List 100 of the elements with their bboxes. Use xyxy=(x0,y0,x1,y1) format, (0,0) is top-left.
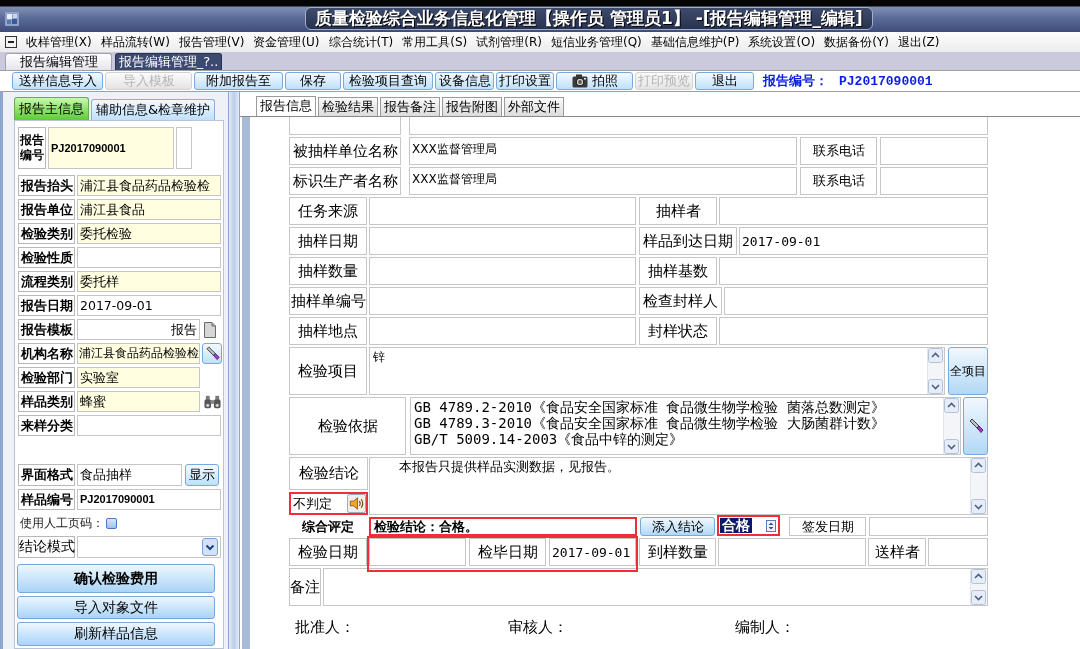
input-field[interactable]: 委托样 xyxy=(77,271,221,292)
input-field[interactable]: 2017-09-01 xyxy=(77,295,221,316)
speaker-icon[interactable] xyxy=(347,494,366,513)
scrollbar[interactable] xyxy=(970,458,987,514)
scroll-up-icon[interactable] xyxy=(971,458,986,473)
action-button[interactable]: 导入对象文件 xyxy=(17,596,215,619)
menu-item[interactable]: 数据备份(Y) xyxy=(824,33,889,51)
scroll-up-icon[interactable] xyxy=(928,348,943,363)
panel-tab[interactable]: 报告主信息 xyxy=(14,97,89,120)
verdict-field[interactable]: 不判定 xyxy=(289,492,368,515)
scrollbar[interactable] xyxy=(970,569,987,605)
show-button[interactable]: 显示 xyxy=(185,464,219,486)
toolbar-button[interactable]: 送样信息导入 xyxy=(12,72,103,90)
form-tab[interactable]: 外部文件 xyxy=(504,97,564,116)
input-field[interactable]: 检验结论：合格。 xyxy=(369,517,637,536)
action-button[interactable]: 确认检验费用 xyxy=(17,564,215,593)
splitter[interactable] xyxy=(228,92,240,649)
input-field[interactable] xyxy=(880,137,988,165)
document-icon[interactable] xyxy=(204,321,216,338)
input-field[interactable] xyxy=(369,287,636,315)
scroll-down-icon[interactable] xyxy=(971,499,986,514)
scrollbar[interactable] xyxy=(927,348,944,394)
input-field[interactable]: 浦江县食品药品检验检 xyxy=(77,343,200,364)
input-field[interactable] xyxy=(719,197,988,225)
panel-tab[interactable]: 辅助信息&检章维护 xyxy=(91,99,216,120)
scroll-down-icon[interactable] xyxy=(944,439,959,454)
input-field[interactable]: 蜂蜜 xyxy=(77,391,200,412)
scroll-up-icon[interactable] xyxy=(971,569,986,584)
menu-item[interactable]: 系统设置(O) xyxy=(748,33,816,51)
input-field[interactable] xyxy=(369,227,636,255)
menu-item[interactable]: 基础信息维护(P) xyxy=(650,33,740,51)
input-field[interactable]: 浦江县食品药品检验检 xyxy=(77,175,221,196)
input-field[interactable] xyxy=(77,247,221,268)
input-field[interactable] xyxy=(719,317,988,345)
input-field[interactable] xyxy=(176,127,192,169)
input-field[interactable] xyxy=(880,167,988,195)
text-area[interactable]: GB 4789.2-2010《食品安全国家标准 食品微生物学检验 菌落总数测定》 GB 4789.3-2010《食品安全国家标准 食品微生物学检验 大肠菌群计数》 GB/T 5009.14-2003《食品中锌的测定》 xyxy=(410,397,961,455)
menu-item[interactable]: 短信业务管理(Q) xyxy=(550,33,642,51)
toolbar-button[interactable]: 退出 xyxy=(695,72,754,90)
dropdown[interactable] xyxy=(77,536,221,558)
input-field[interactable] xyxy=(928,538,988,566)
menu-item[interactable]: 资金管理(U) xyxy=(253,33,320,51)
input-field[interactable]: 浦江县食品 xyxy=(77,199,221,220)
input-field[interactable]: 2017-09-01 xyxy=(549,538,636,566)
input-field[interactable] xyxy=(369,538,466,566)
form-tab[interactable]: 报告备注 xyxy=(380,97,440,116)
input-field[interactable] xyxy=(369,257,636,285)
menu-item[interactable]: 样品流转(W) xyxy=(100,33,170,51)
menu-item[interactable]: 常用工具(S) xyxy=(402,33,468,51)
document-tab[interactable]: 报告编辑管理_?.. xyxy=(115,53,222,70)
dropdown[interactable]: 合格 xyxy=(717,515,780,536)
text-area[interactable]: 本报告只提供样品实测数据，见报告。 xyxy=(369,457,988,515)
form-tab[interactable]: 检验结果 xyxy=(318,97,378,116)
input-field[interactable]: PJ2017090001 xyxy=(77,489,221,510)
input-field[interactable]: XXX监督管理局 xyxy=(409,167,797,195)
all-items-button[interactable]: 全项目 xyxy=(948,347,988,395)
text-area[interactable]: 锌 xyxy=(369,347,945,395)
toolbar-button[interactable]: 保存 xyxy=(285,72,341,90)
input-field[interactable]: 实验室 xyxy=(77,367,200,388)
menu-item[interactable]: 综合统计(T) xyxy=(328,33,394,51)
scroll-down-icon[interactable] xyxy=(928,379,943,394)
input-field[interactable] xyxy=(719,257,988,285)
input-field[interactable] xyxy=(369,317,636,345)
action-button[interactable]: 刷新样品信息 xyxy=(17,622,215,646)
menu-item[interactable]: 收样管理(X) xyxy=(26,33,92,51)
menu-item[interactable]: 退出(Z) xyxy=(897,33,940,51)
toolbar-button[interactable]: 打印设置 xyxy=(496,72,554,90)
input-field[interactable] xyxy=(369,197,636,225)
selected-option: 合格 xyxy=(720,518,752,533)
input-field[interactable]: 食品抽样 xyxy=(77,464,182,486)
input-field[interactable]: 委托检验 xyxy=(77,223,221,244)
picker-button[interactable] xyxy=(202,343,222,364)
document-tab[interactable]: 报告编辑管理 xyxy=(5,53,112,70)
input-field[interactable] xyxy=(77,415,221,436)
toolbar-button[interactable]: 检验项目查询 xyxy=(343,72,433,90)
text-area[interactable] xyxy=(323,568,988,606)
toolbar-button[interactable]: 附加报告至 xyxy=(194,72,283,90)
form-tab[interactable]: 报告信息 xyxy=(256,96,316,116)
field-label: 检验日期 xyxy=(289,538,367,566)
add-conclusion-button[interactable]: 添入结论 xyxy=(640,517,715,536)
input-field[interactable] xyxy=(718,538,866,566)
toolbar-button[interactable]: 拍照 xyxy=(556,72,633,90)
input-field[interactable]: 报告 xyxy=(77,319,200,340)
menu-item[interactable]: 试剂管理(R) xyxy=(476,33,542,51)
picker-button[interactable] xyxy=(963,397,988,455)
input-field[interactable]: PJ2017090001 xyxy=(48,127,174,169)
form-tab[interactable]: 报告附图 xyxy=(442,97,502,116)
input-field[interactable]: XXX监督管理局 xyxy=(409,137,797,165)
input-field[interactable]: 2017-09-01 xyxy=(739,227,988,255)
binoculars-icon[interactable] xyxy=(204,394,221,409)
menu-item[interactable]: 报告管理(V) xyxy=(178,33,245,51)
system-menu-icon[interactable] xyxy=(5,36,17,48)
input-field[interactable] xyxy=(724,287,988,315)
scroll-up-icon[interactable] xyxy=(944,398,959,413)
input-field[interactable] xyxy=(869,517,988,536)
spinner-icon[interactable] xyxy=(766,519,776,532)
checkbox[interactable] xyxy=(106,517,117,529)
toolbar-button[interactable]: 设备信息 xyxy=(435,72,494,90)
scrollbar[interactable] xyxy=(943,398,960,454)
scroll-down-icon[interactable] xyxy=(971,590,986,605)
